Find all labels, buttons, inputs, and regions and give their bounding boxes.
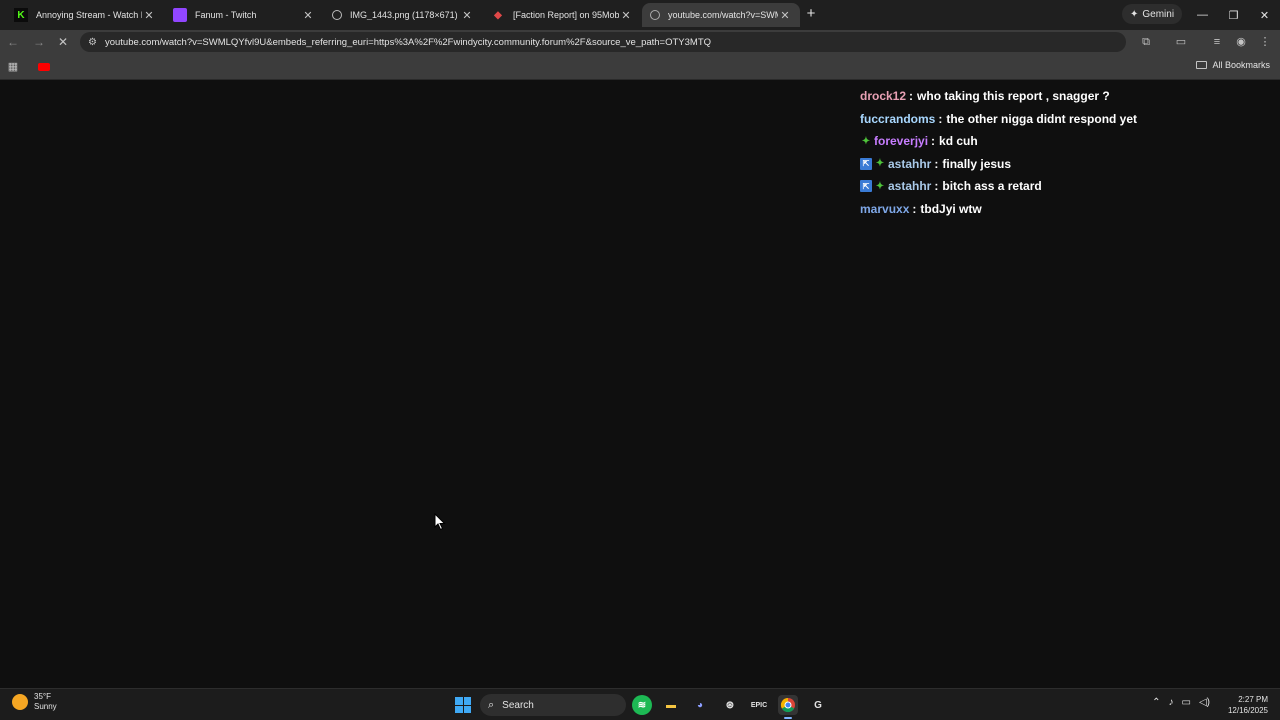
epic-games-icon[interactable]: EPIC <box>749 695 769 715</box>
clock-time: 2:27 PM <box>1238 695 1268 704</box>
tab-kick[interactable]: K Annoying Stream - Watch Live o ✕ <box>6 3 164 27</box>
tab-twitch[interactable]: Fanum - Twitch ✕ <box>165 3 323 27</box>
start-button[interactable] <box>455 697 471 713</box>
all-bookmarks-button[interactable]: All Bookmarks <box>1196 60 1270 70</box>
close-icon[interactable]: ✕ <box>142 9 156 22</box>
page-content: drock12: who taking this report , snagger… <box>0 81 1280 688</box>
forum-icon: ◆ <box>494 9 502 21</box>
window-controls: — ❐ ✕ <box>1187 0 1280 30</box>
close-window-icon[interactable]: ✕ <box>1249 0 1280 30</box>
clock-date: 12/16/2025 <box>1227 706 1268 715</box>
chat-message: fuccrandoms: the other nigga didnt respon… <box>860 111 1138 126</box>
youtube-bookmark-icon[interactable] <box>38 63 50 71</box>
extensions-icon[interactable]: ⧉ <box>1137 33 1155 51</box>
microphone-icon[interactable]: ♪ <box>1169 697 1174 708</box>
moderator-badge-icon: ⇱ <box>860 157 872 170</box>
media-icon[interactable]: ≡ <box>1208 33 1226 51</box>
tab-image[interactable]: IMG_1443.png (1178×671) ✕ <box>324 3 482 27</box>
image-icon <box>332 10 342 20</box>
chat-message: marvuxx: tbdJyi wtw <box>860 201 982 216</box>
star-badge-icon: ✦ <box>861 135 871 147</box>
back-button[interactable]: ← <box>4 33 22 51</box>
tab-forum[interactable]: ◆ [Faction Report] on 95Mobb | W ✕ <box>483 3 641 27</box>
chat-username[interactable]: foreverjyi <box>874 134 928 148</box>
file-explorer-icon[interactable]: ▬ <box>661 695 681 715</box>
sun-icon <box>12 694 28 710</box>
apps-grid-icon[interactable]: ▦ <box>6 60 20 74</box>
chat-message: drock12: who taking this report , snagger… <box>860 89 1110 104</box>
close-icon[interactable]: ✕ <box>301 9 315 22</box>
taskbar: 35°F Sunny ⌕ Search ≋ ▬ ◕ ⊛ EPIC G ⌃ ♪ ▭… <box>0 688 1280 720</box>
minimize-icon[interactable]: — <box>1187 0 1218 30</box>
chat-username[interactable]: drock12 <box>860 89 906 103</box>
chat-message-text: tbdJyi wtw <box>920 201 982 216</box>
cast-icon[interactable]: ▭ <box>1172 33 1190 51</box>
all-bookmarks-label: All Bookmarks <box>1212 60 1270 70</box>
profile-icon[interactable]: ◉ <box>1232 33 1250 51</box>
folder-icon <box>1196 61 1208 69</box>
star-badge-icon: ✦ <box>875 158 885 170</box>
globe-icon <box>650 10 660 20</box>
close-icon[interactable]: ✕ <box>778 9 792 22</box>
tab-strip: K Annoying Stream - Watch Live o ✕ Fanum… <box>0 0 1280 30</box>
stop-loading-button[interactable]: ✕ <box>54 33 72 51</box>
close-icon[interactable]: ✕ <box>619 9 633 22</box>
close-icon[interactable]: ✕ <box>460 9 474 22</box>
spotify-icon[interactable]: ≋ <box>632 695 652 715</box>
weather-widget[interactable]: 35°F Sunny <box>12 692 57 712</box>
chat-username[interactable]: marvuxx <box>860 202 909 216</box>
menu-icon[interactable]: ⋮ <box>1256 33 1274 51</box>
system-tray: ⌃ ♪ ▭ ◁) <box>1152 697 1210 708</box>
bookmarks-bar: ▦ All Bookmarks <box>0 54 1280 80</box>
tab-title: Annoying Stream - Watch Live o <box>36 10 142 20</box>
chat-message-text: bitch ass a retard <box>942 179 1042 194</box>
chat-message-text: kd cuh <box>939 134 978 149</box>
tab-youtube[interactable]: youtube.com/watch?v=SWMLQ ✕ <box>642 3 800 27</box>
forward-button[interactable]: → <box>30 33 48 51</box>
moderator-badge-icon: ⇱ <box>860 180 872 193</box>
volume-icon[interactable]: ◁) <box>1199 697 1210 708</box>
tab-title: IMG_1443.png (1178×671) <box>350 10 458 20</box>
twitch-icon <box>173 8 187 22</box>
chat-username[interactable]: astahhr <box>888 157 931 171</box>
search-icon: ⌕ <box>488 698 495 711</box>
browser-toolbar: ← → ✕ ⚙ youtube.com/watch?v=SWMLQYfvl9U&… <box>0 30 1280 54</box>
clock[interactable]: 2:27 PM 12/16/2025 <box>1228 694 1268 716</box>
chat-message-text: finally jesus <box>942 156 1012 171</box>
chat-message-text: who taking this report , snagger ? <box>917 89 1110 104</box>
restore-icon[interactable]: ❐ <box>1218 0 1249 30</box>
app-icon[interactable]: ⊛ <box>720 695 740 715</box>
chat-overlay: drock12: who taking this report , snagger… <box>860 85 1160 220</box>
search-label: Search <box>502 699 534 711</box>
taskbar-search[interactable]: ⌕ Search <box>480 694 626 716</box>
kick-icon: K <box>14 8 28 22</box>
logitech-icon[interactable]: G <box>808 695 828 715</box>
network-icon[interactable]: ▭ <box>1182 697 1191 708</box>
chat-message: ✦ foreverjyi: kd cuh <box>861 134 978 149</box>
tab-title: youtube.com/watch?v=SWMLQ <box>668 10 778 20</box>
chat-username[interactable]: astahhr <box>888 179 931 193</box>
chat-username[interactable]: fuccrandoms <box>860 112 935 126</box>
tab-title: Fanum - Twitch <box>195 10 257 20</box>
sparkle-icon: ✦ <box>1130 8 1139 20</box>
chevron-up-icon[interactable]: ⌃ <box>1152 697 1160 708</box>
chat-message: ⇱ ✦ astahhr: bitch ass a retard <box>860 175 1160 198</box>
weather-temp: 35°F <box>34 692 51 701</box>
tab-title: [Faction Report] on 95Mobb | W <box>513 10 619 20</box>
star-badge-icon: ✦ <box>875 180 885 192</box>
address-bar[interactable]: ⚙ youtube.com/watch?v=SWMLQYfvl9U&embeds… <box>80 32 1126 52</box>
weather-desc: Sunny <box>34 702 57 711</box>
site-info-icon[interactable]: ⚙ <box>88 37 97 48</box>
url-text: youtube.com/watch?v=SWMLQYfvl9U&embeds_r… <box>104 36 712 48</box>
discord-icon[interactable]: ◕ <box>690 695 710 715</box>
gemini-label: Gemini <box>1142 8 1175 20</box>
new-tab-button[interactable]: + <box>802 5 820 23</box>
chrome-icon[interactable] <box>778 695 798 719</box>
screen: K Annoying Stream - Watch Live o ✕ Fanum… <box>0 0 1280 720</box>
gemini-button[interactable]: ✦ Gemini <box>1122 4 1183 24</box>
chat-message-text: the other nigga didnt respond yet <box>946 111 1138 126</box>
mouse-cursor-icon <box>434 513 446 531</box>
chat-message: ⇱ ✦ astahhr: finally jesus <box>860 153 1160 176</box>
